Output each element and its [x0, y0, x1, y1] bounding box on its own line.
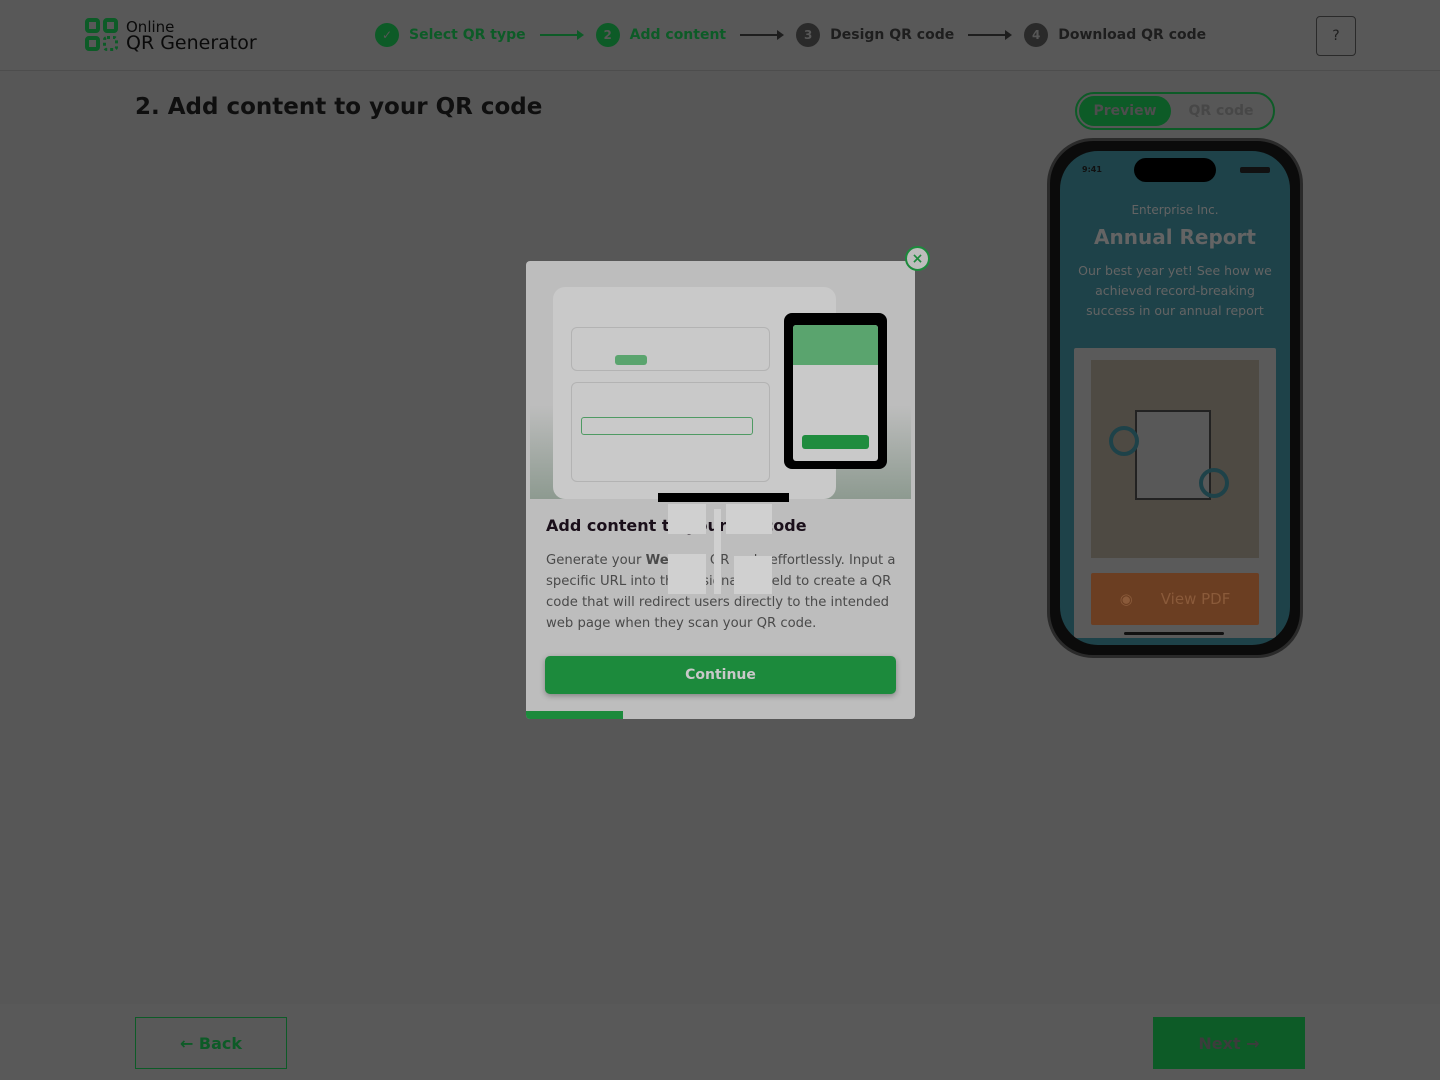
report-heading: Annual Report: [1094, 225, 1256, 249]
continue-button[interactable]: Continue: [545, 656, 896, 694]
qr-logo-icon: [85, 18, 118, 51]
step-number: 3: [796, 23, 821, 47]
step-number: 2: [595, 23, 620, 47]
status-icons: [1240, 167, 1270, 173]
status-time: 9:41: [1082, 165, 1102, 174]
modal-illustration: [530, 265, 911, 502]
step-label: Add content: [629, 27, 727, 43]
stepper: ✓ Select QR type 2 Add content 3 Design QR …: [375, 23, 1206, 47]
home-indicator: [1124, 632, 1224, 635]
report-illustration: [1091, 360, 1259, 558]
tab-preview[interactable]: Preview: [1079, 96, 1171, 126]
back-button[interactable]: ← Back: [135, 1017, 287, 1069]
dynamic-island: [1134, 158, 1216, 182]
qr-artifact-graphic: [668, 504, 772, 594]
modal-progress: [526, 711, 915, 719]
company-name: Enterprise Inc.: [1131, 203, 1219, 217]
step-add-content[interactable]: 2 Add content: [595, 23, 727, 47]
step-label: Select QR type: [409, 27, 526, 43]
phone-preview: 9:41 Enterprise Inc. Annual Report Our b…: [1047, 138, 1303, 658]
help-button[interactable]: ?: [1316, 16, 1356, 56]
page-title: 2. Add content to your QR code: [135, 94, 543, 120]
preview-toggle: Preview QR code: [1075, 92, 1275, 130]
step-label: Design QR code: [830, 27, 955, 43]
report-description: Our best year yet! See how we achieved r…: [1078, 263, 1272, 318]
eye-icon: ◉: [1119, 590, 1133, 608]
check-icon: ✓: [375, 23, 399, 47]
tab-qr-code[interactable]: QR code: [1171, 103, 1271, 119]
logo[interactable]: Online QR Generator: [85, 18, 257, 54]
close-icon[interactable]: ×: [905, 246, 930, 271]
arrow-right-icon: [740, 30, 785, 40]
arrow-right-icon: →: [1240, 1033, 1260, 1053]
top-header: Online QR Generator ✓ Select QR type 2 Add …: [0, 0, 1440, 71]
step-number: 4: [1024, 23, 1049, 47]
onboarding-modal: Add content to your QR code Generate you…: [526, 261, 915, 719]
help-icon: ?: [1332, 28, 1340, 44]
logo-line2: QR Generator: [126, 31, 257, 54]
step-download-qr-code: 4 Download QR code: [1024, 23, 1206, 47]
step-design-qr-code: 3 Design QR code: [796, 23, 954, 47]
arrow-right-icon: [539, 30, 584, 40]
step-label: Download QR code: [1058, 27, 1207, 43]
next-button[interactable]: Next →: [1153, 1017, 1305, 1069]
pdf-card: ◉ View PDF: [1074, 348, 1276, 638]
arrow-left-icon: ←: [179, 1033, 199, 1053]
step-select-qr-type[interactable]: ✓ Select QR type: [375, 23, 526, 47]
view-pdf-button[interactable]: ◉ View PDF: [1091, 573, 1259, 625]
arrow-right-icon: [968, 30, 1013, 40]
view-pdf-label: View PDF: [1160, 590, 1231, 608]
